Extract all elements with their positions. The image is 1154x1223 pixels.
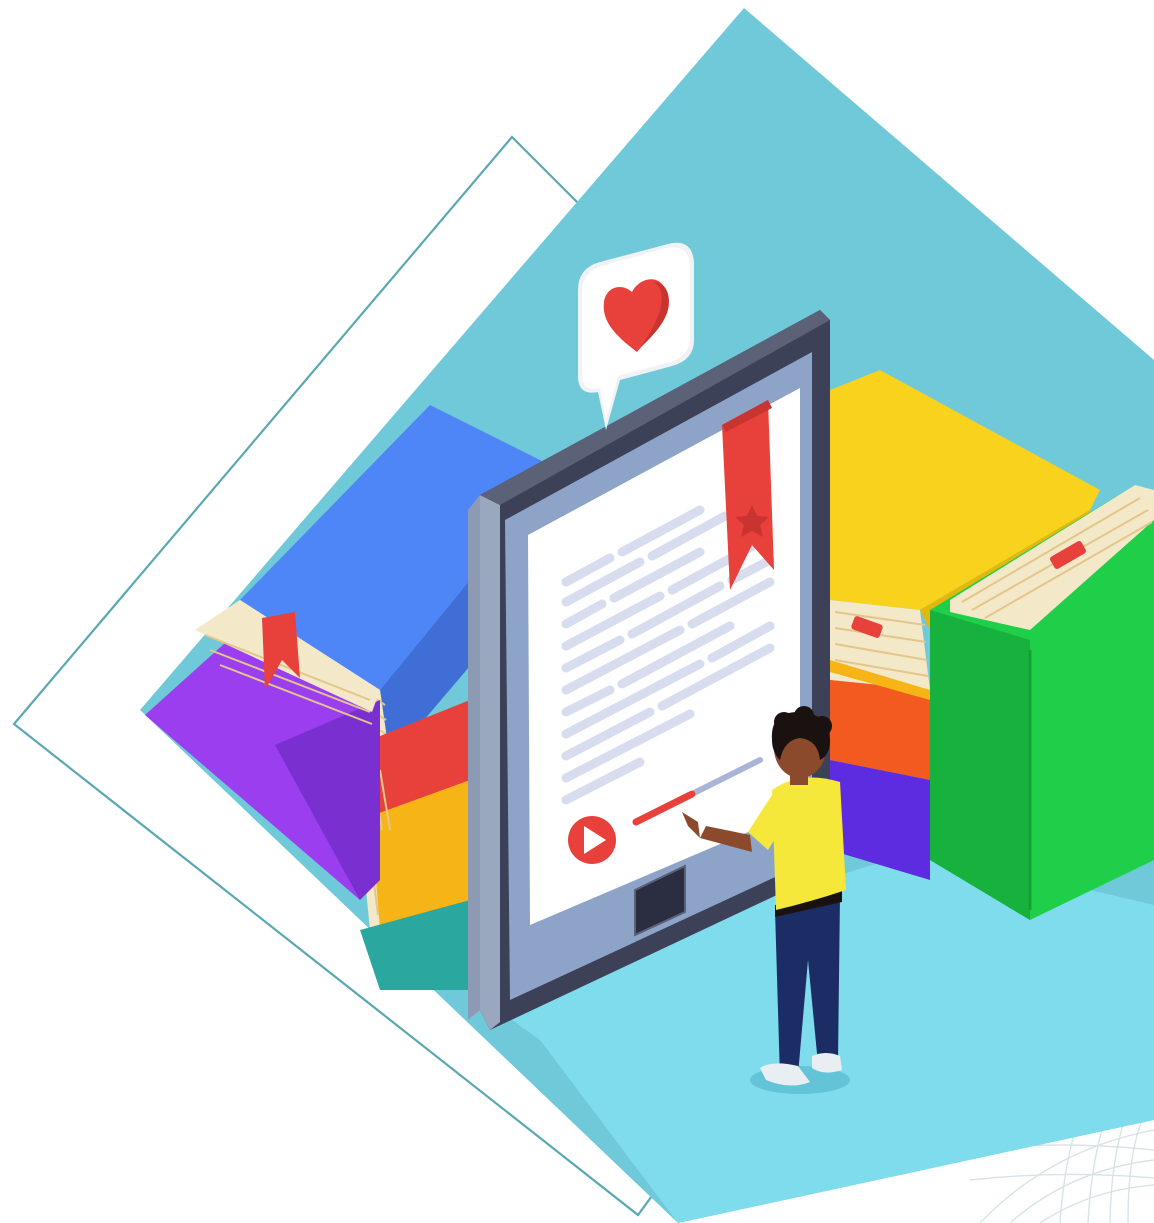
ebook-reading-illustration — [12, 8, 1154, 1223]
